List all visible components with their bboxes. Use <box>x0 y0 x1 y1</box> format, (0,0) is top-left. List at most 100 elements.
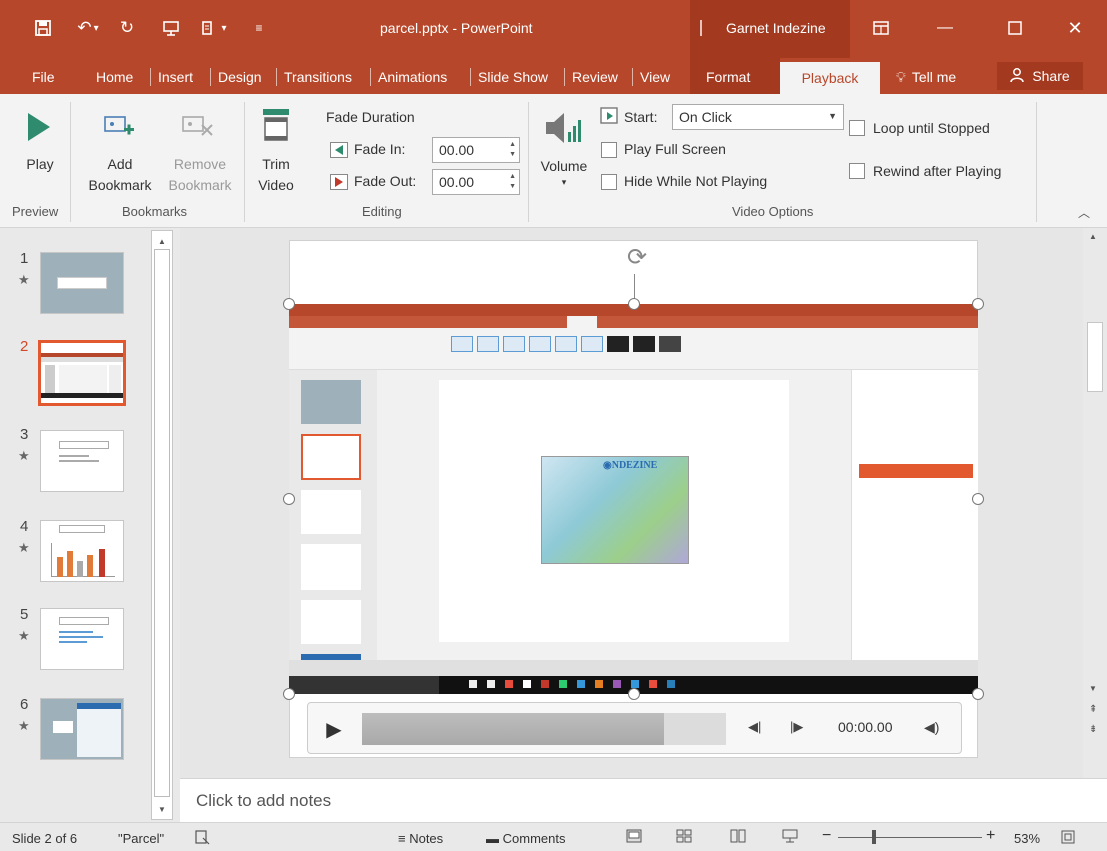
group-label-bookmarks: Bookmarks <box>122 204 188 219</box>
trim-video-button[interactable]: Trim Video <box>254 154 298 196</box>
tab-view[interactable]: View <box>640 66 670 88</box>
fade-out-spinner-icon[interactable]: ▲ ▼ <box>509 172 516 192</box>
fit-slide-icon[interactable] <box>1060 829 1076 848</box>
loop-until-stopped-checkbox[interactable] <box>849 120 865 136</box>
play-full-screen-checkbox[interactable] <box>601 142 617 158</box>
tab-review[interactable]: Review <box>572 66 618 88</box>
scroll-thumb[interactable] <box>1087 322 1103 392</box>
slide-thumbnail-3[interactable] <box>40 430 124 492</box>
fade-in-spinner-icon[interactable]: ▲ ▼ <box>509 140 516 160</box>
slide-thumbnail-6[interactable] <box>40 698 124 760</box>
vertical-scrollbar[interactable]: ▲ ▼ ⇞ ⇟ <box>1083 228 1107 778</box>
volume-icon[interactable]: ◀) <box>924 719 939 736</box>
fade-in-field[interactable]: 00.00 ▲ ▼ <box>432 137 520 163</box>
trim-video-icon[interactable] <box>260 108 292 145</box>
share-button[interactable]: Share <box>997 62 1083 90</box>
hide-while-not-playing-checkbox[interactable] <box>601 174 617 190</box>
start-label: Start: <box>624 109 658 125</box>
resize-handle[interactable] <box>283 298 295 310</box>
minimize-button[interactable]: — <box>930 16 960 40</box>
resize-handle[interactable] <box>628 688 640 700</box>
add-bookmark-icon[interactable] <box>104 114 136 143</box>
tab-insert[interactable]: Insert <box>158 66 193 88</box>
add-bookmark-button[interactable]: Add Bookmark <box>82 154 158 196</box>
move-forward-icon[interactable]: |▶ <box>790 719 803 735</box>
slide-thumbnail-4[interactable] <box>40 520 124 582</box>
video-object[interactable]: ◉NDEZINE <box>289 304 978 694</box>
resize-handle[interactable] <box>283 493 295 505</box>
move-back-icon[interactable]: ◀| <box>748 719 761 735</box>
slide-thumbnail-1[interactable] <box>40 252 124 314</box>
maximize-button[interactable] <box>1000 16 1030 40</box>
start-select[interactable]: On Click ▼ <box>672 104 844 130</box>
hide-while-not-playing-label: Hide While Not Playing <box>624 173 768 189</box>
volume-icon[interactable] <box>542 108 582 151</box>
progress-track[interactable] <box>362 713 726 745</box>
next-slide-icon[interactable]: ⇟ <box>1089 724 1097 735</box>
touch-mode-icon[interactable]: ▾ <box>194 16 234 40</box>
fade-in-value: 00.00 <box>439 142 475 158</box>
slide-thumbnail-2[interactable] <box>38 340 126 406</box>
slide-show-icon[interactable] <box>782 829 798 846</box>
loop-until-stopped-label: Loop until Stopped <box>873 120 990 136</box>
undo-icon[interactable]: ↶ ▾ <box>70 16 106 40</box>
thumbnail-scrollbar[interactable]: ▲ ▼ <box>151 230 173 820</box>
collapse-ribbon-icon[interactable]: ︿ <box>1078 204 1090 221</box>
scroll-down-icon[interactable]: ▼ <box>152 801 172 817</box>
zoom-slider-thumb[interactable] <box>872 830 876 844</box>
fade-in-icon <box>330 142 348 158</box>
play-icon[interactable]: ▶ <box>322 717 346 741</box>
ribbon-display-options-icon[interactable] <box>866 16 896 40</box>
scroll-up-icon[interactable]: ▲ <box>152 233 172 249</box>
comments-button[interactable]: ▬ Comments <box>486 831 565 846</box>
slide-sorter-icon[interactable] <box>676 829 692 846</box>
volume-button[interactable]: Volume ▾ <box>534 156 594 187</box>
resize-handle[interactable] <box>283 688 295 700</box>
save-icon[interactable] <box>32 16 54 40</box>
tab-animations[interactable]: Animations <box>378 66 447 88</box>
zoom-level[interactable]: 53% <box>1014 831 1040 846</box>
remove-bookmark-label-1: Remove <box>173 156 227 172</box>
zoom-slider-track[interactable] <box>838 837 982 838</box>
notes-pane[interactable]: Click to add notes <box>180 778 1107 822</box>
tab-slide-show[interactable]: Slide Show <box>478 66 548 88</box>
play-icon[interactable] <box>26 112 52 145</box>
zoom-out-icon[interactable]: − <box>822 827 831 845</box>
zoom-in-icon[interactable]: + <box>986 827 995 845</box>
normal-view-icon[interactable] <box>626 829 642 846</box>
slide-number: 3 <box>20 426 29 443</box>
tell-me-box[interactable]: 💡︎ Tell me <box>896 66 956 88</box>
tab-home[interactable]: Home <box>96 66 133 88</box>
tab-playback[interactable]: Playback <box>780 62 880 94</box>
resize-handle[interactable] <box>972 688 984 700</box>
slide-thumbnail-5[interactable] <box>40 608 124 670</box>
previous-slide-icon[interactable]: ⇞ <box>1089 704 1097 715</box>
tab-file[interactable]: File <box>32 66 55 88</box>
notes-button[interactable]: ≡ Notes <box>398 831 443 846</box>
accessibility-check-icon[interactable] <box>194 829 210 848</box>
rotate-handle-icon[interactable]: ⟳ <box>620 240 654 274</box>
tab-design[interactable]: Design <box>218 66 262 88</box>
scroll-up-icon[interactable]: ▲ <box>1089 232 1097 241</box>
play-button-label[interactable]: Play <box>20 154 60 175</box>
scroll-down-icon[interactable]: ▼ <box>1089 684 1097 693</box>
play-full-screen-label: Play Full Screen <box>624 141 726 157</box>
customize-toolbar-icon[interactable]: ≡ <box>250 16 268 40</box>
tab-format[interactable]: Format <box>706 66 750 88</box>
animation-star-icon: ★ <box>18 448 30 463</box>
resize-handle[interactable] <box>972 493 984 505</box>
redo-icon[interactable]: ↻ <box>116 16 138 40</box>
animation-star-icon: ★ <box>18 272 30 287</box>
fade-out-field[interactable]: 00.00 ▲ ▼ <box>432 169 520 195</box>
resize-handle[interactable] <box>972 298 984 310</box>
reading-view-icon[interactable] <box>730 829 746 846</box>
present-from-start-icon[interactable] <box>158 16 184 40</box>
user-account-area[interactable]: Garnet Indezine <box>690 0 850 58</box>
scroll-thumb[interactable] <box>154 249 170 797</box>
close-button[interactable]: ✕ <box>1060 16 1090 40</box>
rewind-after-playing-checkbox[interactable] <box>849 163 865 179</box>
rewind-after-playing-label: Rewind after Playing <box>873 163 1002 179</box>
slide-thumbnail-panel: 1 ★ 2 3 ★ 4 ★ 5 ★ 6 ★ ▲ ▼ <box>0 228 180 822</box>
tab-transitions[interactable]: Transitions <box>284 66 352 88</box>
resize-handle[interactable] <box>628 298 640 310</box>
